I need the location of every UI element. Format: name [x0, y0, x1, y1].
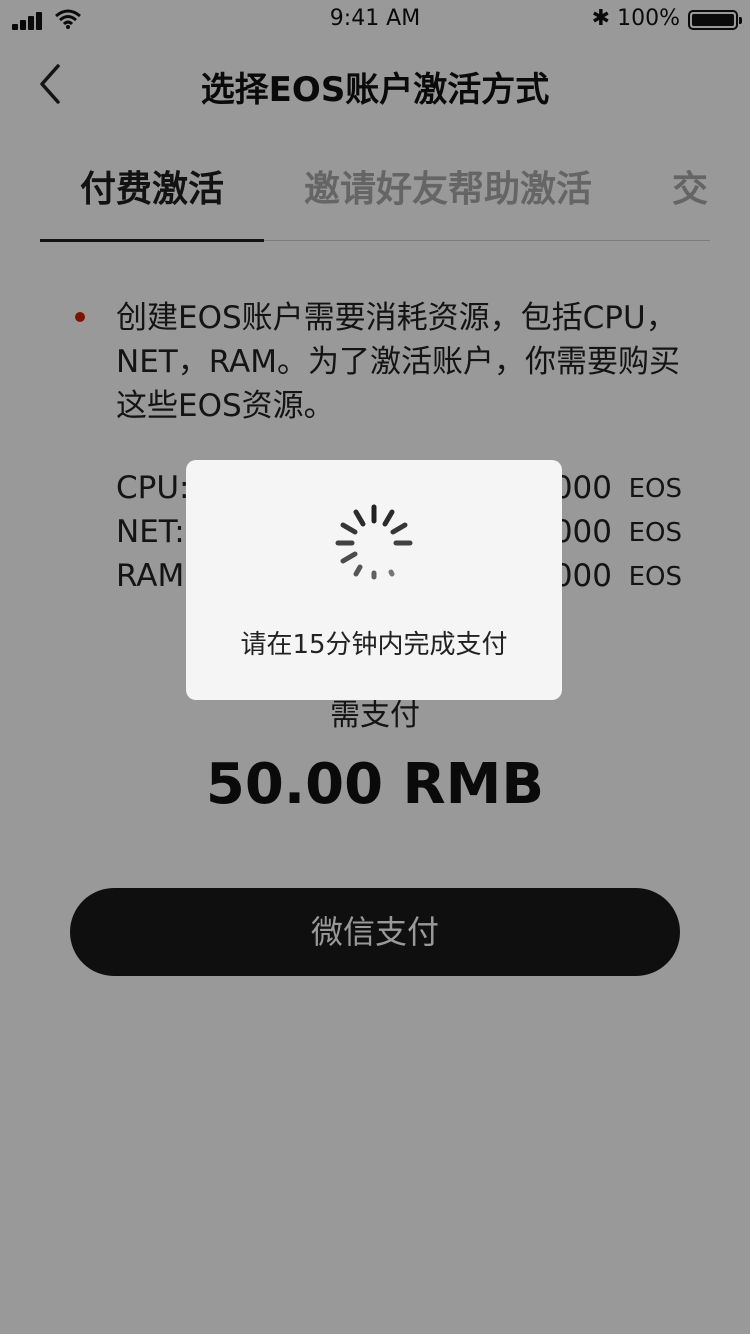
toast-message: 请在15分钟内完成支付: [240, 630, 508, 660]
loading-toast: 请在15分钟内完成支付: [186, 460, 562, 700]
loading-spinner-icon: [335, 504, 413, 580]
